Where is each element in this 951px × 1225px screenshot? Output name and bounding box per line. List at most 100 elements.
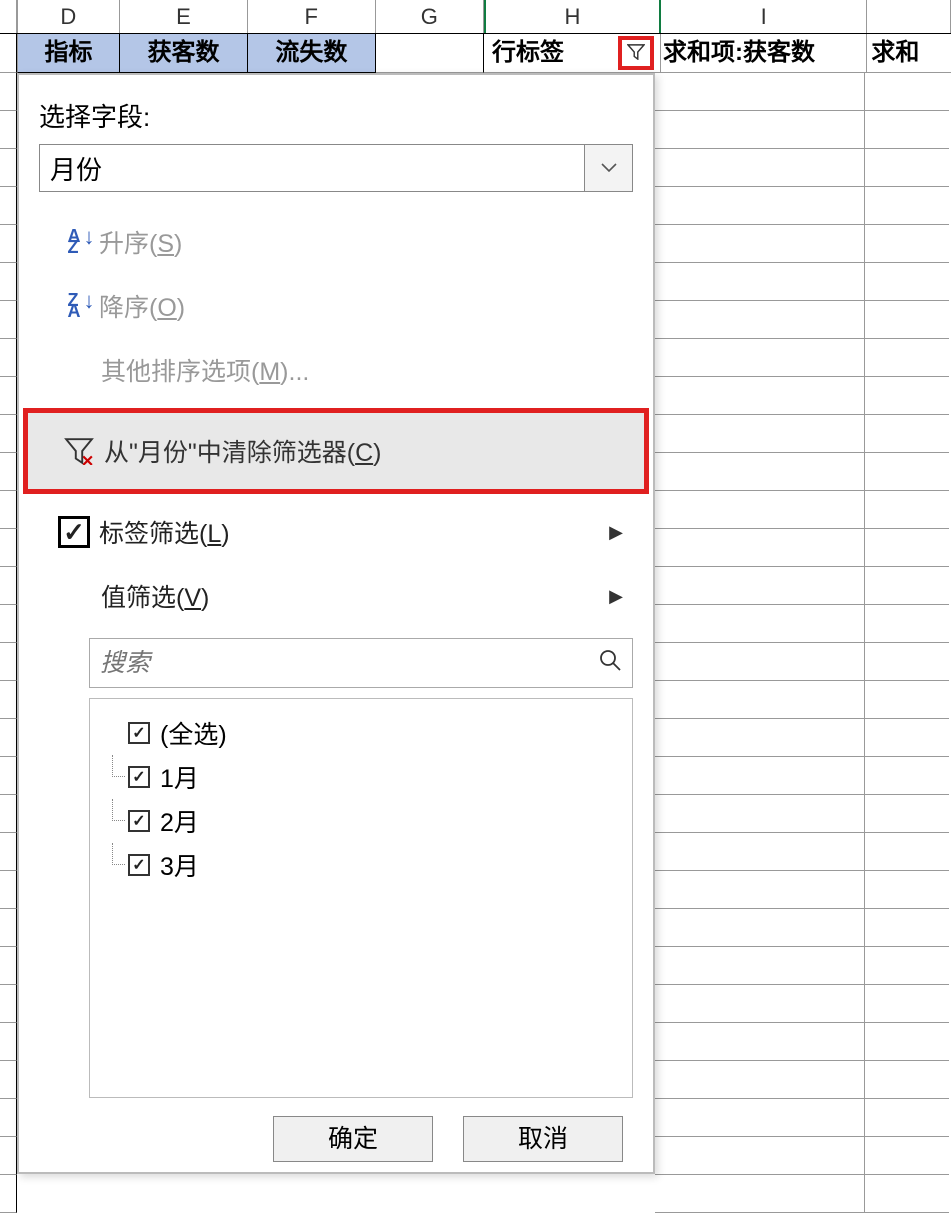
table-cell[interactable] bbox=[655, 567, 865, 604]
ok-button[interactable]: 确定 bbox=[273, 1116, 433, 1162]
table-cell[interactable] bbox=[655, 909, 865, 946]
table-cell[interactable] bbox=[655, 377, 865, 414]
table-cell[interactable] bbox=[655, 225, 865, 262]
tree-item-2[interactable]: ✓ 2月 bbox=[102, 799, 620, 843]
table-cell[interactable] bbox=[865, 453, 949, 490]
tree-item-3[interactable]: ✓ 3月 bbox=[102, 843, 620, 887]
table-cell[interactable] bbox=[655, 149, 865, 186]
table-cell[interactable] bbox=[865, 871, 949, 908]
value-filter-item[interactable]: 值筛选(V) ▶ bbox=[19, 564, 653, 628]
table-cell[interactable] bbox=[865, 947, 949, 984]
table-cell[interactable] bbox=[865, 263, 949, 300]
col-header-J[interactable] bbox=[867, 0, 951, 33]
sort-descending-item[interactable]: ZA 降序(O) bbox=[19, 274, 653, 338]
table-cell[interactable] bbox=[655, 263, 865, 300]
table-cell[interactable] bbox=[865, 567, 949, 604]
header-cell-F[interactable]: 流失数 bbox=[248, 34, 376, 73]
table-cell[interactable] bbox=[865, 529, 949, 566]
sort-ascending-item[interactable]: AZ 升序(S) bbox=[19, 210, 653, 274]
table-cell[interactable] bbox=[655, 301, 865, 338]
header-row: 指标 获客数 流失数 行标签 求和项:获客数 求和 bbox=[0, 34, 951, 73]
table-cell[interactable] bbox=[865, 909, 949, 946]
label-filter-item[interactable]: ✓ 标签筛选(L) ▶ bbox=[19, 500, 653, 564]
checkbox-icon: ✓ bbox=[49, 516, 99, 548]
table-cell[interactable] bbox=[865, 1137, 949, 1174]
table-cell[interactable] bbox=[655, 453, 865, 490]
table-cell[interactable] bbox=[865, 111, 949, 148]
filter-dropdown-button[interactable] bbox=[618, 36, 654, 70]
table-cell[interactable] bbox=[865, 833, 949, 870]
table-cell[interactable] bbox=[865, 605, 949, 642]
table-cell[interactable] bbox=[655, 947, 865, 984]
table-cell[interactable] bbox=[655, 719, 865, 756]
clear-filter-item[interactable]: 从"月份"中清除筛选器(C) bbox=[23, 408, 649, 494]
field-select[interactable]: 月份 bbox=[39, 144, 633, 192]
header-cell-G[interactable] bbox=[376, 34, 484, 73]
table-cell[interactable] bbox=[655, 1137, 865, 1174]
col-header-F[interactable]: F bbox=[248, 0, 376, 33]
table-cell[interactable] bbox=[865, 1023, 949, 1060]
search-box[interactable] bbox=[89, 638, 633, 688]
table-cell[interactable] bbox=[655, 1023, 865, 1060]
table-cell[interactable] bbox=[865, 985, 949, 1022]
table-cell[interactable] bbox=[865, 719, 949, 756]
table-cell[interactable] bbox=[865, 187, 949, 224]
col-header-G[interactable]: G bbox=[376, 0, 484, 33]
table-cell[interactable] bbox=[655, 871, 865, 908]
table-cell[interactable] bbox=[865, 339, 949, 376]
checkbox-icon[interactable]: ✓ bbox=[128, 854, 150, 876]
header-cell-D[interactable]: 指标 bbox=[17, 34, 120, 73]
table-cell[interactable] bbox=[655, 1175, 865, 1212]
table-cell[interactable] bbox=[865, 1099, 949, 1136]
pivot-value-header-2[interactable]: 求和 bbox=[867, 34, 951, 73]
table-cell[interactable] bbox=[655, 415, 865, 452]
table-cell[interactable] bbox=[655, 681, 865, 718]
table-cell[interactable] bbox=[655, 73, 865, 110]
table-cell[interactable] bbox=[655, 491, 865, 528]
sort-desc-icon: ZA bbox=[49, 295, 99, 317]
table-cell[interactable] bbox=[655, 643, 865, 680]
search-input[interactable] bbox=[100, 649, 598, 678]
col-header-I[interactable]: I bbox=[661, 0, 868, 33]
more-sort-options-item[interactable]: 其他排序选项(M)... bbox=[19, 338, 653, 402]
table-cell[interactable] bbox=[865, 301, 949, 338]
table-cell[interactable] bbox=[655, 757, 865, 794]
table-cell[interactable] bbox=[655, 605, 865, 642]
table-cell[interactable] bbox=[865, 225, 949, 262]
sort-asc-icon: AZ bbox=[49, 231, 99, 253]
table-cell[interactable] bbox=[865, 149, 949, 186]
table-cell[interactable] bbox=[865, 1061, 949, 1098]
table-cell[interactable] bbox=[865, 73, 949, 110]
table-cell[interactable] bbox=[655, 187, 865, 224]
table-cell[interactable] bbox=[865, 415, 949, 452]
table-cell[interactable] bbox=[655, 529, 865, 566]
pivot-value-header-1[interactable]: 求和项:获客数 bbox=[661, 34, 867, 73]
checkbox-icon[interactable]: ✓ bbox=[128, 766, 150, 788]
col-header-H[interactable]: H bbox=[484, 0, 661, 33]
checkbox-icon[interactable]: ✓ bbox=[128, 810, 150, 832]
header-cell-E[interactable]: 获客数 bbox=[120, 34, 248, 73]
field-select-value: 月份 bbox=[40, 150, 584, 187]
col-header-E[interactable]: E bbox=[120, 0, 248, 33]
table-cell[interactable] bbox=[655, 1061, 865, 1098]
table-cell[interactable] bbox=[865, 681, 949, 718]
filter-icon bbox=[627, 34, 645, 72]
table-cell[interactable] bbox=[655, 795, 865, 832]
table-cell[interactable] bbox=[865, 795, 949, 832]
tree-select-all[interactable]: ✓ (全选) bbox=[102, 711, 620, 755]
table-cell[interactable] bbox=[655, 339, 865, 376]
checkbox-icon[interactable]: ✓ bbox=[128, 722, 150, 744]
pivot-row-label-cell[interactable]: 行标签 bbox=[484, 34, 661, 73]
table-cell[interactable] bbox=[865, 757, 949, 794]
col-header-D[interactable]: D bbox=[17, 0, 120, 33]
tree-item-1[interactable]: ✓ 1月 bbox=[102, 755, 620, 799]
cancel-button[interactable]: 取消 bbox=[463, 1116, 623, 1162]
table-cell[interactable] bbox=[655, 833, 865, 870]
table-cell[interactable] bbox=[655, 111, 865, 148]
table-cell[interactable] bbox=[865, 1175, 949, 1212]
table-cell[interactable] bbox=[655, 1099, 865, 1136]
table-cell[interactable] bbox=[865, 643, 949, 680]
table-cell[interactable] bbox=[865, 377, 949, 414]
table-cell[interactable] bbox=[655, 985, 865, 1022]
table-cell[interactable] bbox=[865, 491, 949, 528]
